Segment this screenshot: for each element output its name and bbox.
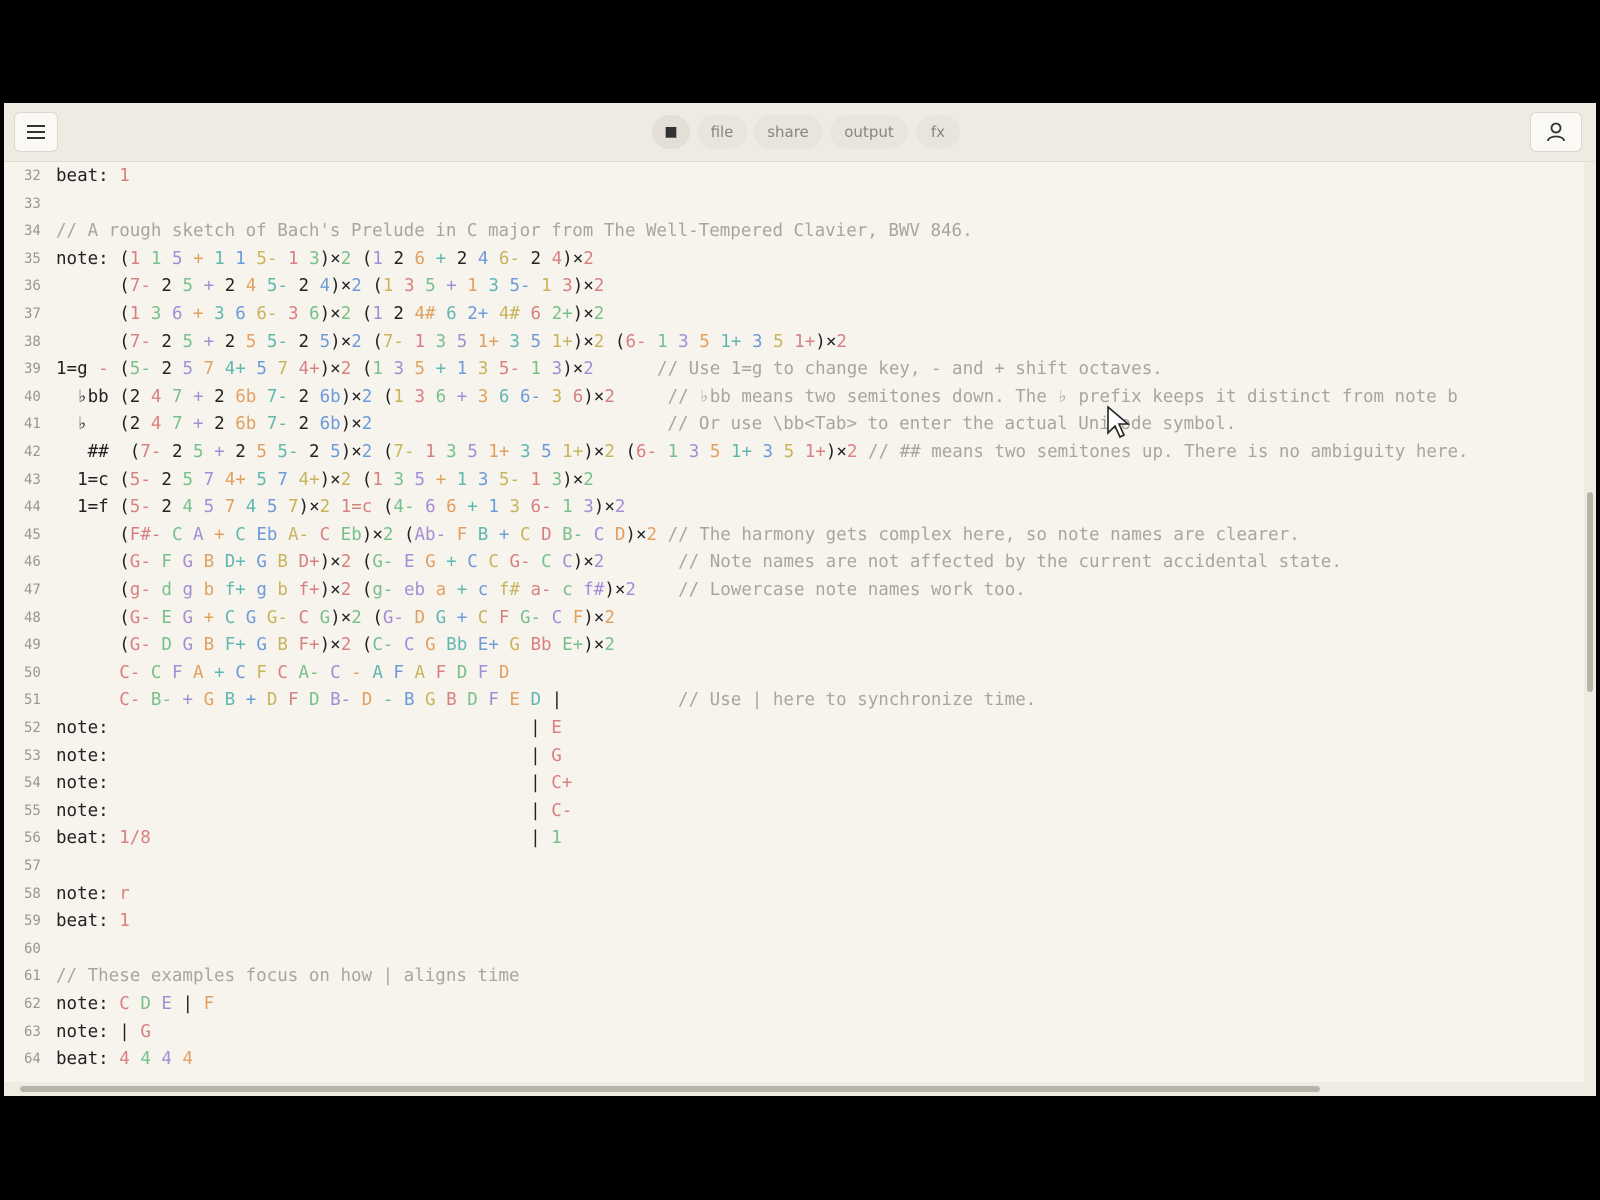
toolbar-pill-fx[interactable]: fx (916, 115, 960, 149)
line-number: 40 (24, 388, 41, 405)
code-text: beat: 1/8 | 1 (56, 828, 562, 849)
code-text: (G- F G B D+ G B D+)×2 (G- E G + C C G- … (119, 552, 1342, 573)
code-text: C- C F A + C F C A- C - A F A F D F D (119, 662, 510, 683)
line-number: 59 (24, 913, 41, 930)
toolbar: ■ file share output fx (4, 103, 1596, 162)
line-number: 47 (24, 582, 41, 598)
line-number: 37 (24, 306, 41, 322)
line-number: 63 (24, 1023, 41, 1040)
line-number: 53 (24, 747, 41, 764)
code-text: note: | C- (56, 800, 573, 821)
app-window: ■ file share output fx 32 beat: 1 33 34 // A… (4, 103, 1596, 1096)
line-number: 42 (24, 444, 41, 460)
menu-button[interactable] (14, 112, 58, 152)
code-text: 1=g - (5- 2 5 7 4+ 5 7 4+)×2 (1 3 5 + 1 … (56, 359, 1163, 380)
code-text: // A rough sketch of Bach's Prelude in C… (56, 221, 973, 242)
line-number: 62 (24, 996, 41, 1012)
line-number: 32 (24, 168, 41, 184)
line-number: 58 (24, 885, 41, 902)
code-text: 1=c (5- 2 5 7 4+ 5 7 4+)×2 (1 3 5 + 1 3 … (56, 469, 594, 490)
toolbar-pill-file[interactable]: file (697, 115, 747, 149)
code-text: // These examples focus on how | aligns … (56, 966, 520, 987)
code-text: note: | G (56, 1021, 151, 1042)
horizontal-scrollbar[interactable] (4, 1082, 1596, 1096)
stop-icon: ■ (664, 124, 678, 140)
line-number: 54 (24, 775, 41, 792)
line-number: 35 (24, 250, 41, 267)
line-number: 36 (24, 278, 41, 295)
toolbar-pill-share[interactable]: share (754, 115, 822, 149)
code-text: (7- 2 5 + 2 5 5- 2 5)×2 (7- 1 3 5 1+ 3 5… (119, 331, 847, 352)
code-text: 1=f (5- 2 4 5 7 4 5 7)×2 1=c (4- 6 6 + 1… (56, 497, 626, 518)
code-text: note: | E (56, 718, 562, 738)
stop-button[interactable]: ■ (652, 115, 690, 149)
code-text: (g- d g b f+ g b f+)×2 (g- eb a + c f# a… (119, 580, 1026, 600)
code-text: note: C D E | F (56, 994, 215, 1014)
vertical-scrollbar[interactable] (1584, 162, 1596, 1082)
code-text: note: | G (56, 745, 562, 766)
code-text: C- B- + G B + D F D B- D - B G B D F E D… (119, 690, 1037, 711)
code-text: (1 3 6 + 3 6 6- 3 6)×2 (1 2 4# 6 2+ 4# 6… (119, 304, 605, 324)
line-number: 43 (24, 471, 41, 488)
line-number: 46 (24, 554, 41, 571)
code-text: note: (1 1 5 + 1 1 5- 1 3)×2 (1 2 6 + 2 … (56, 248, 594, 269)
user-button[interactable] (1530, 112, 1582, 152)
code-text: (F#- C A + C Eb A- C Eb)×2 (Ab- F B + C … (119, 524, 1300, 545)
code-text: beat: 4 4 4 4 (56, 1049, 194, 1070)
line-number: 60 (24, 940, 41, 957)
line-number: 45 (24, 526, 41, 543)
code-editor[interactable]: 32 beat: 1 33 34 // A rough sketch of Bach's… (4, 162, 1584, 1082)
line-number: 49 (24, 637, 41, 654)
line-number: 48 (24, 609, 41, 626)
pill-label: share (767, 123, 809, 141)
vertical-scroll-thumb[interactable] (1587, 492, 1593, 692)
pill-label: output (844, 123, 894, 141)
line-number: 57 (24, 858, 41, 874)
line-number: 34 (24, 223, 41, 240)
pill-label: fx (930, 123, 946, 141)
line-number: 41 (24, 416, 41, 433)
line-number: 52 (24, 720, 41, 736)
line-number: 39 (24, 361, 41, 378)
mouse-pointer-icon (1107, 405, 1130, 439)
line-number: 64 (24, 1051, 41, 1068)
toolbar-pill-output[interactable]: output (830, 115, 908, 149)
line-number: 55 (24, 802, 41, 819)
code-text: (G- E G + C G G- C G)×2 (G- D G + C F G-… (119, 607, 615, 628)
pill-label: file (710, 123, 734, 141)
line-number: 33 (24, 195, 41, 212)
code-text: beat: 1 (56, 166, 130, 186)
hamburger-menu-icon (27, 125, 45, 139)
code-text: ♭bb (2 4 7 + 2 6b 7- 2 6b)×2 (1 3 6 + 3 … (56, 386, 1458, 407)
code-text: beat: 1 (56, 911, 130, 932)
user-icon (1547, 122, 1565, 142)
code-text: (G- D G B F+ G B F+)×2 (C- C G Bb E+ G B… (119, 635, 615, 656)
code-text: ♭ (2 4 7 + 2 6b 7- 2 6b)×2 // Or use \bb… (56, 414, 1237, 435)
line-number: 50 (24, 664, 41, 681)
code-text: note: | C+ (56, 773, 573, 794)
line-number: 56 (24, 830, 41, 847)
line-number: 51 (24, 692, 41, 709)
code-text: ## (7- 2 5 + 2 5 5- 2 5)×2 (7- 1 3 5 1+ … (56, 442, 1469, 462)
horizontal-scroll-thumb[interactable] (20, 1086, 1320, 1092)
line-number: 61 (24, 968, 41, 985)
code-text: note: r (56, 883, 130, 904)
line-number: 44 (24, 499, 41, 516)
line-number: 38 (24, 333, 41, 350)
code-text: (7- 2 5 + 2 4 5- 2 4)×2 (1 3 5 + 1 3 5- … (119, 276, 605, 297)
